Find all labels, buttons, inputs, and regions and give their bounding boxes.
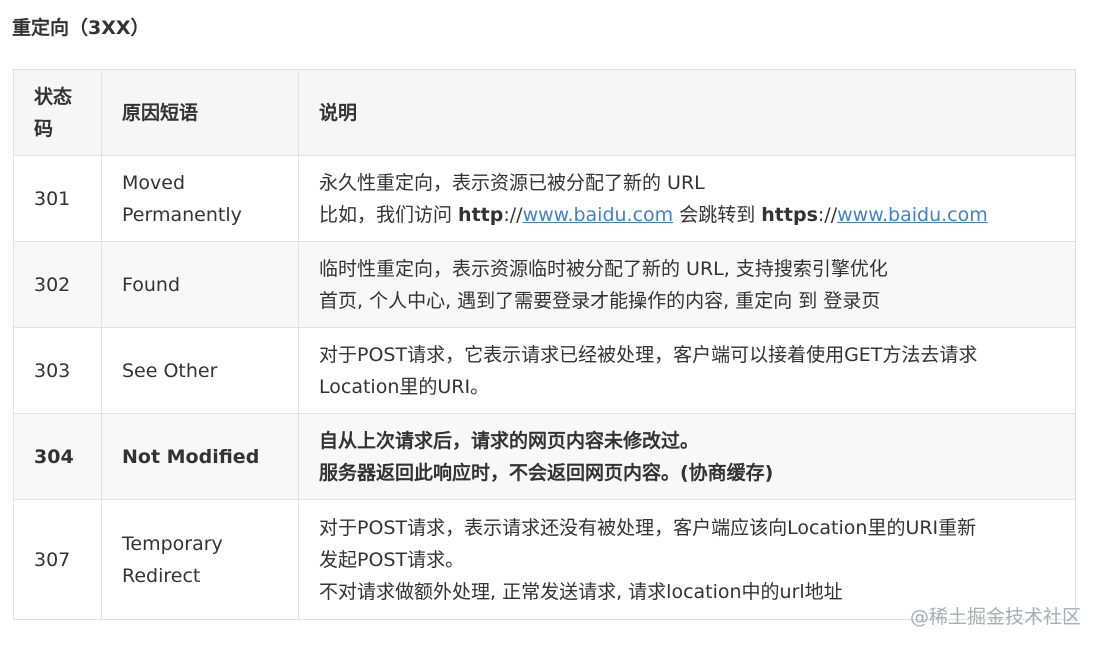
cell-code: 304	[13, 413, 102, 500]
cell-description: 对于POST请求，表示请求还没有被处理，客户端应该向Location里的URI重…	[298, 499, 1076, 620]
cell-reason: See Other	[101, 327, 299, 414]
cell-description: 自从上次请求后，请求的网页内容未修改过。 服务器返回此响应时，不会返回网页内容。…	[298, 413, 1076, 500]
cell-code: 303	[13, 327, 102, 414]
scheme-separator: ://	[503, 203, 523, 226]
table-row-304: 304 Not Modified 自从上次请求后，请求的网页内容未修改过。 服务…	[13, 413, 1076, 500]
cell-description: 对于POST请求，它表示请求已经被处理，客户端可以接着使用GET方法去请求 Lo…	[298, 327, 1076, 414]
cell-description: 临时性重定向，表示资源临时被分配了新的 URL, 支持搜索引擎优化 首页, 个人…	[298, 241, 1076, 328]
baidu-http-link[interactable]: www.baidu.com	[523, 204, 674, 226]
description-line: 服务器返回此响应时，不会返回网页内容。(协商缓存)	[319, 461, 774, 484]
text-fragment: 会跳转到	[673, 203, 762, 226]
table-row-303: 303 See Other 对于POST请求，它表示请求已经被处理，客户端可以接…	[13, 327, 1076, 414]
cell-reason: Moved Permanently	[101, 155, 299, 242]
section-heading: 重定向（3XX）	[12, 17, 150, 39]
cell-code: 302	[13, 241, 102, 328]
table-row-302: 302 Found 临时性重定向，表示资源临时被分配了新的 URL, 支持搜索引…	[13, 241, 1076, 328]
description-line: 对于POST请求，表示请求还没有被处理，客户端应该向Location里的URI重…	[319, 516, 977, 539]
cell-code: 307	[13, 499, 102, 620]
cell-code: 301	[13, 155, 102, 242]
scheme-http: http	[458, 203, 504, 226]
description-line: 不对请求做额外处理, 正常发送请求, 请求location中的url地址	[319, 580, 843, 603]
scheme-separator: ://	[817, 203, 838, 226]
header-reason-phrase: 原因短语	[101, 69, 299, 156]
header-description: 说明	[298, 69, 1076, 156]
cell-reason: Not Modified	[101, 413, 299, 500]
description-line: 发起POST请求。	[319, 548, 465, 571]
baidu-https-link[interactable]: www.baidu.com	[837, 204, 988, 226]
text-fragment: 比如，我们访问	[319, 203, 459, 226]
scheme-https: https	[761, 203, 818, 226]
header-status-code: 状态码	[13, 69, 102, 156]
description-line: 对于POST请求，它表示请求已经被处理，客户端可以接着使用GET方法去请求	[319, 343, 978, 366]
description-line: 自从上次请求后，请求的网页内容未修改过。	[319, 429, 700, 452]
description-line: 临时性重定向，表示资源临时被分配了新的 URL, 支持搜索引擎优化	[319, 257, 888, 280]
table-header-row: 状态码 原因短语 说明	[13, 69, 1076, 156]
table-row-301: 301 Moved Permanently 永久性重定向，表示资源已被分配了新的…	[13, 155, 1076, 242]
watermark-text: @稀土掘金技术社区	[909, 606, 1081, 628]
cell-description: 永久性重定向，表示资源已被分配了新的 URL 比如，我们访问 http://ww…	[298, 155, 1076, 242]
description-line: 永久性重定向，表示资源已被分配了新的 URL	[319, 171, 705, 194]
status-code-table: 状态码 原因短语 说明 301 Moved Permanently 永久性重定向…	[13, 69, 1076, 620]
cell-reason: Temporary Redirect	[101, 499, 299, 620]
table-row-307: 307 Temporary Redirect 对于POST请求，表示请求还没有被…	[13, 499, 1076, 620]
description-line: 首页, 个人中心, 遇到了需要登录才能操作的内容, 重定向 到 登录页	[319, 289, 881, 312]
description-line: 比如，我们访问 http://www.baidu.com 会跳转到 https:…	[319, 199, 1055, 231]
cell-reason: Found	[101, 241, 299, 328]
description-line: Location里的URI。	[319, 375, 490, 398]
juejin-watermark: @稀土掘金技术社区	[910, 604, 1081, 630]
